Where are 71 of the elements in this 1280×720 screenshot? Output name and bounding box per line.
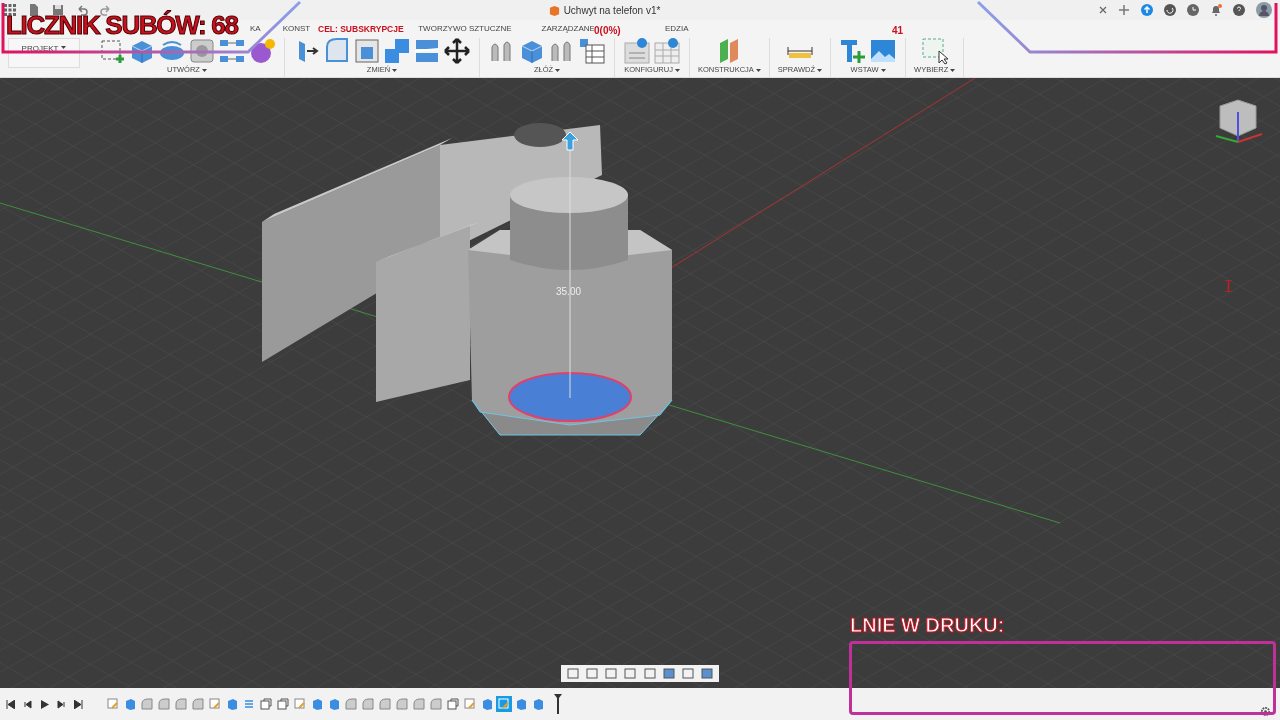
counter-number: 41 [892,24,904,38]
step-icon[interactable] [57,699,66,709]
close-icon[interactable] [1099,6,1107,14]
sketch-feature-icon[interactable] [207,696,223,712]
save-icon[interactable] [52,4,64,16]
fillet-feature-icon[interactable] [360,696,376,712]
caret-icon [950,68,956,72]
workspace-tab[interactable]: ZARZĄDZANE [541,23,595,35]
workspace-tab[interactable]: KA [250,23,261,35]
file-icon[interactable] [28,4,40,16]
fillet-feature-icon[interactable] [156,696,172,712]
upload-icon[interactable] [1141,4,1153,16]
fillet-feature-icon[interactable] [411,696,427,712]
help-icon[interactable] [1233,4,1245,16]
undo-icon[interactable] [76,4,88,16]
skip-icon[interactable] [74,699,83,709]
shell-icon[interactable] [353,37,381,65]
goal-progress-label: 0(0%) [594,23,621,38]
fillet-feature-icon[interactable] [428,696,444,712]
combine-icon[interactable] [383,37,411,65]
print-queue-label: LNIE W DRUKU: [850,613,1005,638]
caret-icon [880,68,886,72]
caret-icon [201,68,207,72]
table-icon[interactable] [578,37,606,65]
shell-feature-icon[interactable] [275,696,291,712]
plus-icon[interactable] [1118,4,1130,16]
sketch-feature-icon[interactable] [292,696,308,712]
image-icon[interactable] [869,37,898,65]
dimension-label: 35.00 [556,285,582,299]
sketch-feature-icon[interactable] [462,696,478,712]
table-icon[interactable] [653,37,681,65]
insert-icon[interactable] [839,37,868,65]
caret-icon [555,68,561,72]
app-grid-icon[interactable] [4,4,16,16]
bell-icon[interactable] [1210,4,1222,16]
workspace-tab[interactable]: TWORZYWO SZTUCZNE [418,23,512,35]
fillet-feature-icon[interactable] [173,696,189,712]
fillet-feature-icon[interactable] [377,696,393,712]
workspace-tab[interactable]: KONST [282,23,311,35]
form-icon[interactable] [248,37,276,65]
move-icon[interactable] [443,37,471,65]
caret-icon [61,46,67,49]
skip-icon[interactable] [6,699,15,709]
hole-icon[interactable] [188,37,216,65]
pattern-icon[interactable] [218,37,246,65]
fillet-feature-icon[interactable] [139,696,155,712]
sketch-icon[interactable] [98,37,126,65]
caret-icon [674,68,680,72]
play-icon[interactable] [40,699,49,709]
user-avatar-icon[interactable] [1256,2,1272,18]
step-icon[interactable] [23,699,32,709]
caret-icon [392,68,398,72]
shell-feature-icon[interactable] [445,696,461,712]
document-title: Uchwyt na telefon v1* [563,3,661,18]
text-cursor-icon [1225,280,1232,292]
caret-icon [755,68,761,72]
sketch-feature-icon[interactable] [105,696,121,712]
fillet-feature-icon[interactable] [394,696,410,712]
select-icon[interactable] [920,37,949,65]
clock-icon[interactable] [1187,4,1199,16]
fillet-feature-icon[interactable] [343,696,359,712]
parameters-icon[interactable] [623,37,651,65]
shell-feature-icon[interactable] [258,696,274,712]
fillet-feature-icon[interactable] [190,696,206,712]
refresh-icon[interactable] [1164,4,1176,16]
sub-counter-label: LICZNIK SUBÓW: 68 [6,10,238,40]
cube-icon [548,4,560,16]
workspace-tab[interactable]: EDZIA [664,23,689,35]
timeline-marker-icon[interactable] [554,694,562,714]
caret-icon [817,68,823,72]
settings-icon[interactable] [1260,705,1271,717]
